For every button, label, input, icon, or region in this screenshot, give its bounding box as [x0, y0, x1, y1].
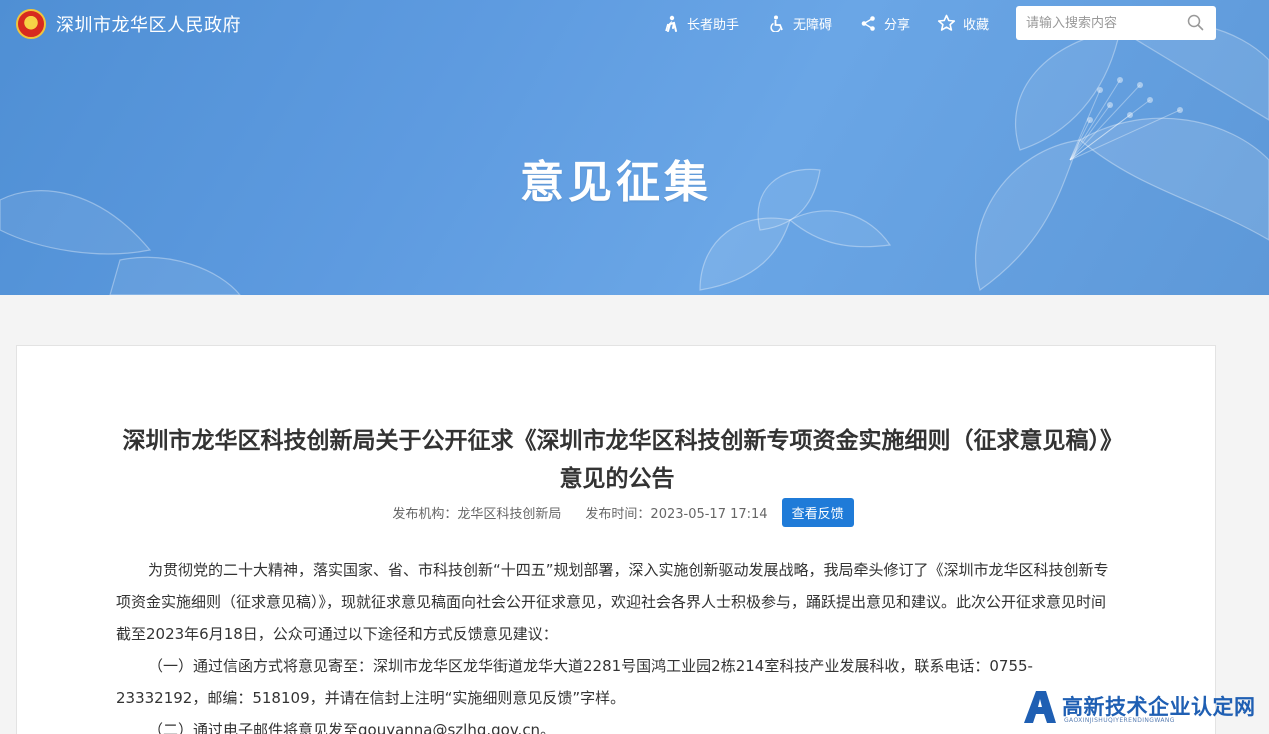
- search-box: [1016, 6, 1216, 40]
- watermark-subtitle: GAOXINJISHUQIYERENDINGWANG: [1064, 717, 1175, 724]
- banner-title: 意见征集: [520, 157, 712, 208]
- publish-time: 发布时间：2023-05-17 17:14: [585, 506, 768, 522]
- page-banner: ★ 深圳市龙华区人民政府 长者助手 无障碍 分享 收藏 请输入搜索内容 意见征集: [0, 0, 1269, 295]
- site-title[interactable]: 深圳市龙华区人民政府: [56, 11, 241, 37]
- national-emblem-icon[interactable]: ★: [16, 9, 46, 39]
- share-label: 分享: [884, 17, 911, 33]
- article-paragraph: 为贯彻党的二十大精神，落实国家、省、市科技创新“十四五”规划部署，深入实施创新驱…: [116, 561, 1109, 643]
- elder-assistant-label: 长者助手: [687, 17, 740, 33]
- search-input[interactable]: [1026, 13, 1184, 33]
- article-body: 为贯彻党的二十大精神，落实国家、省、市科技创新“十四五”规划部署，深入实施创新驱…: [116, 554, 1111, 734]
- view-feedback-button[interactable]: 查看反馈: [781, 497, 854, 527]
- search-icon[interactable]: [1187, 14, 1204, 31]
- accessibility-icon: [770, 15, 783, 32]
- article-meta: 发布机构：龙华区科技创新局 发布时间：2023-05-17 17:14 查看反馈: [17, 497, 1217, 527]
- watermark-logo-icon: [1024, 691, 1056, 723]
- favorite-button[interactable]: 收藏: [937, 13, 989, 33]
- elder-assistant-button[interactable]: 长者助手: [663, 13, 739, 33]
- share-icon: [861, 15, 875, 31]
- article-card: 深圳市龙华区科技创新局关于公开征求《深圳市龙华区科技创新专项资金实施细则（征求意…: [16, 345, 1216, 734]
- elder-assistant-icon: [665, 15, 677, 32]
- share-button[interactable]: 分享: [860, 13, 910, 33]
- accessibility-label: 无障碍: [793, 17, 833, 33]
- top-navigation: ★ 深圳市龙华区人民政府 长者助手 无障碍 分享 收藏 请输入搜索内容: [0, 0, 1269, 50]
- article-title: 深圳市龙华区科技创新局关于公开征求《深圳市龙华区科技创新专项资金实施细则（征求意…: [122, 428, 1112, 492]
- accessibility-button[interactable]: 无障碍: [769, 13, 832, 33]
- site-watermark: 高新技术企业认定网 GAOXINJISHUQIYERENDINGWANG: [1022, 687, 1267, 733]
- article-paragraph: （二）通过电子邮件将意见发至gouyanna@szlhq.gov.cn。: [148, 721, 556, 734]
- favorite-label: 收藏: [963, 17, 990, 33]
- star-icon: [937, 14, 956, 31]
- publisher-info: 发布机构：龙华区科技创新局: [392, 506, 562, 522]
- article-paragraph: （一）通过信函方式将意见寄至：深圳市龙华区龙华街道龙华大道2281号国鸿工业园2…: [116, 657, 1033, 707]
